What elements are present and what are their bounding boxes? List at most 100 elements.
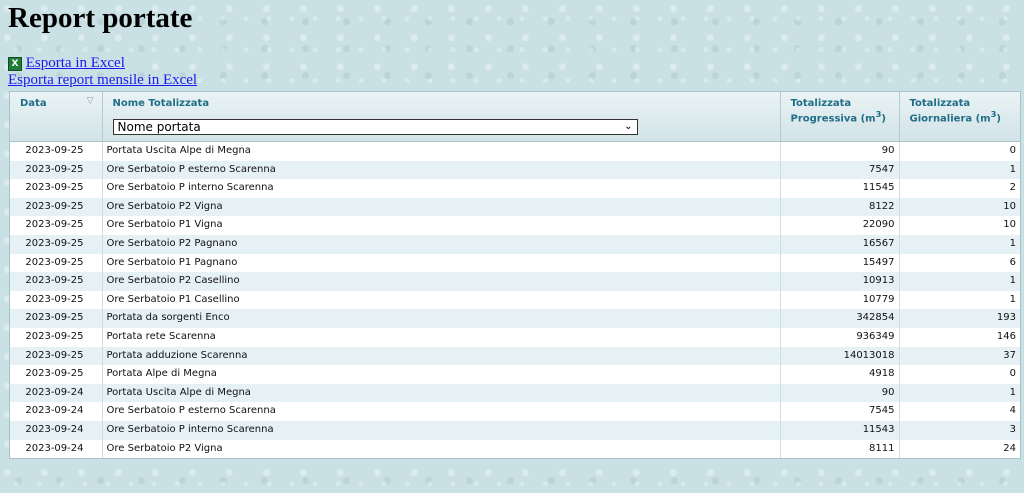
column-header-progressive-line2: Progressiva (m3): [790, 109, 886, 125]
column-header-daily[interactable]: Totalizzata Giornaliera (m3): [899, 92, 1020, 142]
cell-name: Ore Serbatoio P1 Casellino: [102, 290, 781, 310]
cell-date: 2023-09-24: [10, 383, 103, 403]
cell-daily: 37: [899, 346, 1020, 366]
filter-icon[interactable]: ▽: [87, 96, 94, 106]
cell-name: Ore Serbatoio P interno Scarenna: [102, 420, 781, 440]
report-table: Data ▽ Nome Totalizzata Nome portata ⌄ T…: [10, 92, 1020, 459]
cell-date: 2023-09-25: [10, 253, 103, 273]
export-excel-link[interactable]: Esporta in Excel: [26, 55, 125, 71]
cell-progressive: 22090: [780, 216, 900, 235]
header-row: Data ▽ Nome Totalizzata Nome portata ⌄ T…: [10, 92, 1020, 142]
cell-date: 2023-09-25: [10, 179, 103, 198]
cell-progressive: 10779: [780, 290, 900, 310]
cell-name: Ore Serbatoio P2 Vigna: [102, 439, 781, 459]
table-row[interactable]: 2023-09-25 Portata Alpe di Megna 4918 0: [10, 365, 1020, 384]
cell-name: Portata Uscita Alpe di Megna: [102, 383, 781, 403]
cell-progressive: 15497: [780, 253, 900, 273]
cell-progressive: 11543: [780, 420, 900, 440]
report-grid: Data ▽ Nome Totalizzata Nome portata ⌄ T…: [9, 91, 1021, 460]
cell-date: 2023-09-25: [10, 160, 103, 180]
cell-name: Ore Serbatoio P2 Casellino: [102, 272, 781, 291]
cell-name: Ore Serbatoio P interno Scarenna: [102, 179, 781, 198]
table-row[interactable]: 2023-09-25 Ore Serbatoio P2 Vigna 8122 10: [10, 197, 1020, 217]
table-row[interactable]: 2023-09-25 Ore Serbatoio P2 Casellino 1091…: [10, 272, 1020, 291]
cell-progressive: 4918: [780, 365, 900, 384]
table-row[interactable]: 2023-09-25 Ore Serbatoio P2 Pagnano 16567 1: [10, 234, 1020, 254]
page-title: Report portate: [8, 2, 193, 34]
column-header-date[interactable]: Data ▽: [10, 92, 103, 142]
cell-daily: 1: [899, 383, 1020, 403]
cell-daily: 0: [1009, 145, 1016, 156]
cell-name: Ore Serbatoio P2 Vigna: [102, 197, 781, 217]
table-row[interactable]: 2023-09-25 Ore Serbatoio P1 Vigna 22090 10: [10, 216, 1020, 235]
cell-date: 2023-09-24: [10, 402, 103, 421]
cell-name: Portata rete Scarenna: [102, 327, 781, 347]
table-row[interactable]: 2023-09-25 Ore Serbatoio P interno Scaren…: [10, 179, 1020, 198]
cell-daily: 1: [1009, 293, 1016, 305]
cell-progressive: 90: [780, 383, 900, 403]
cell-daily: 0: [1009, 368, 1016, 380]
cell-date: 2023-09-25: [10, 346, 103, 366]
cell-progressive: 342854: [780, 309, 900, 328]
cell-progressive: 90: [780, 141, 900, 161]
table-row[interactable]: 2023-09-24 Ore Serbatoio P2 Vigna 8111 24: [10, 439, 1020, 459]
table-row[interactable]: 2023-09-25 Ore Serbatoio P1 Casellino 1077…: [10, 290, 1020, 310]
cell-daily: 6: [1009, 256, 1016, 268]
cell-date: 2023-09-25: [10, 272, 103, 291]
column-header-name[interactable]: Nome Totalizzata Nome portata ⌄: [102, 92, 781, 142]
cell-name: Portata Uscita Alpe di Megna: [102, 141, 781, 161]
cell-date: 2023-09-25: [10, 327, 103, 347]
export-monthly-report-link[interactable]: Esporta report mensile in Excel: [8, 72, 197, 88]
cell-progressive: 7547: [780, 160, 900, 180]
cell-progressive: 11545: [780, 179, 900, 198]
table-row[interactable]: 2023-09-24 Ore Serbatoio P interno Scaren…: [10, 420, 1020, 440]
table-row[interactable]: 2023-09-24 Ore Serbatoio P esterno Scaren…: [10, 402, 1020, 421]
cell-daily: 1: [899, 160, 1020, 180]
cell-progressive: 8122: [780, 197, 900, 217]
cell-progressive: 14013018: [780, 346, 900, 366]
cell-daily: 24: [1003, 442, 1016, 454]
cell-date: 2023-09-25: [10, 216, 103, 235]
chevron-down-icon: ⌄: [624, 121, 633, 132]
column-header-name-label: Nome Totalizzata: [112, 98, 210, 109]
cell-name: Portata adduzione Scarenna: [102, 346, 781, 366]
table-row[interactable]: 2023-09-25 Ore Serbatoio P1 Pagnano 15497 6: [10, 253, 1020, 273]
excel-icon[interactable]: X: [8, 57, 22, 71]
table-row[interactable]: 2023-09-25 Ore Serbatoio P esterno Scaren…: [10, 160, 1020, 180]
cell-name: Ore Serbatoio P1 Vigna: [102, 216, 781, 235]
cell-daily: 1: [899, 272, 1020, 291]
cell-date: 2023-09-25: [10, 290, 103, 310]
table-row[interactable]: 2023-09-25 Portata rete Scarenna 936349 146: [10, 327, 1020, 347]
cell-daily: 3: [899, 420, 1020, 440]
cell-daily: 146: [996, 330, 1016, 342]
cell-progressive: 936349: [780, 327, 900, 347]
cell-daily: 10: [1003, 219, 1016, 231]
export-links: X Esporta in Excel Esporta report mensil…: [8, 55, 197, 89]
cell-progressive: 16567: [780, 234, 900, 254]
cell-date: 2023-09-25: [10, 197, 103, 217]
table-row[interactable]: 2023-09-25 Portata da sorgenti Enco 342854…: [10, 309, 1020, 328]
cell-date: 2023-09-24: [10, 439, 103, 459]
cell-name: Ore Serbatoio P esterno Scarenna: [102, 402, 781, 421]
cell-date: 2023-09-25: [10, 141, 103, 161]
cell-name: Ore Serbatoio P1 Pagnano: [102, 253, 781, 273]
table-row[interactable]: 2023-09-25 Portata adduzione Scarenna 1401…: [10, 346, 1020, 366]
column-header-progressive[interactable]: Totalizzata Progressiva (m3): [780, 92, 900, 142]
table-row[interactable]: 2023-09-24 Portata Uscita Alpe di Megna 90…: [10, 383, 1020, 403]
cell-date: 2023-09-24: [10, 420, 103, 440]
cell-daily: 10: [899, 197, 1020, 217]
name-filter-selected: Nome portata: [117, 120, 201, 134]
cell-date: 2023-09-25: [10, 234, 103, 254]
cell-date: 2023-09-25: [10, 309, 103, 328]
cell-progressive: 10913: [780, 272, 900, 291]
cell-daily: 4: [1009, 405, 1016, 417]
cell-name: Portata da sorgenti Enco: [102, 309, 781, 328]
cell-name: Ore Serbatoio P esterno Scarenna: [102, 160, 781, 180]
table-row[interactable]: 2023-09-25 Portata Uscita Alpe di Megna 90…: [10, 141, 1020, 161]
cell-daily: 1: [899, 234, 1020, 254]
cell-progressive: 8111: [780, 439, 900, 459]
column-header-daily-line1: Totalizzata: [909, 98, 971, 109]
name-filter-select[interactable]: Nome portata ⌄: [112, 119, 638, 135]
column-header-progressive-line1: Totalizzata: [790, 98, 852, 109]
cell-daily: 2: [1009, 182, 1016, 194]
